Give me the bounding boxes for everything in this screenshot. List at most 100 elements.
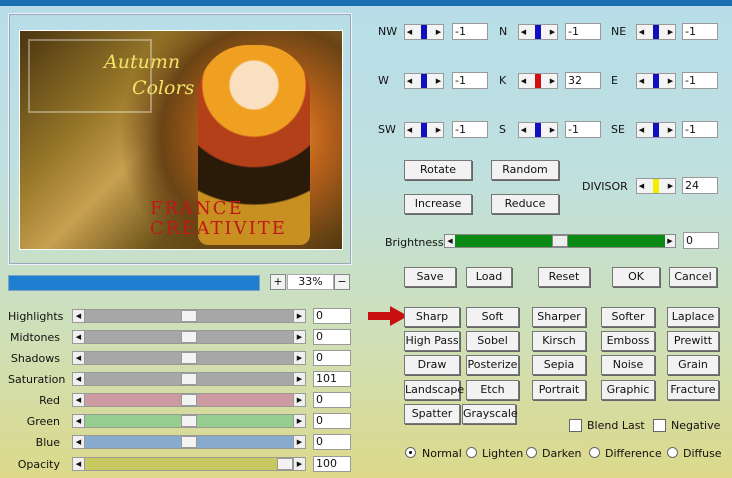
- preset-noise-button[interactable]: Noise: [601, 355, 655, 375]
- blend-last-checkbox[interactable]: [569, 419, 582, 432]
- difference-radio[interactable]: [589, 447, 600, 458]
- darken-radio[interactable]: [526, 447, 537, 458]
- zoom-out-button[interactable]: −: [334, 274, 350, 290]
- direction-value-ne[interactable]: -1: [682, 23, 718, 40]
- preset-prewitt-button[interactable]: Prewitt: [667, 331, 719, 351]
- direction-value-n[interactable]: -1: [565, 23, 601, 40]
- slider-red[interactable]: ◀ ▶: [72, 393, 306, 407]
- preset-sharp-button[interactable]: Sharp: [404, 307, 460, 327]
- slider-midtones[interactable]: ◀ ▶: [72, 330, 306, 344]
- slider-thumb[interactable]: [181, 373, 197, 385]
- preset-grain-button[interactable]: Grain: [667, 355, 719, 375]
- slider-right-icon: ▶: [665, 235, 675, 247]
- direction-spinner-k[interactable]: ◀ ▶: [518, 73, 558, 89]
- divisor-spinner[interactable]: ◀ ▶: [636, 178, 676, 194]
- reset-button[interactable]: Reset: [538, 267, 590, 287]
- preset-sharper-button[interactable]: Sharper: [532, 307, 586, 327]
- preset-sepia-button[interactable]: Sepia: [532, 355, 586, 375]
- preset-soft-button[interactable]: Soft: [466, 307, 519, 327]
- direction-spinner-w[interactable]: ◀ ▶: [404, 73, 444, 89]
- preset-laplace-button[interactable]: Laplace: [667, 307, 719, 327]
- direction-spinner-s[interactable]: ◀ ▶: [518, 122, 558, 138]
- slider-right-icon: ▶: [293, 415, 305, 427]
- direction-spinner-ne[interactable]: ◀ ▶: [636, 24, 676, 40]
- increase-icon: ▶: [667, 77, 674, 85]
- slider-thumb[interactable]: [181, 394, 197, 406]
- preset-kirsch-button[interactable]: Kirsch: [532, 331, 586, 351]
- preset-posterize-button[interactable]: Posterize: [466, 355, 519, 375]
- rotate-button[interactable]: Rotate: [404, 160, 472, 180]
- preset-sobel-button[interactable]: Sobel: [466, 331, 519, 351]
- slider-value-opacity[interactable]: 100: [313, 456, 351, 472]
- preset-portrait-button[interactable]: Portrait: [532, 380, 586, 400]
- slider-value-highlights[interactable]: 0: [313, 308, 351, 324]
- direction-spinner-sw[interactable]: ◀ ▶: [404, 122, 444, 138]
- preset-softer-button[interactable]: Softer: [601, 307, 655, 327]
- slider-value-midtones[interactable]: 0: [313, 329, 351, 345]
- preset-landscape-button[interactable]: Landscape: [404, 380, 464, 400]
- slider-saturation[interactable]: ◀ ▶: [72, 372, 306, 386]
- preset-etch-button[interactable]: Etch: [466, 380, 519, 400]
- increase-icon: ▶: [549, 126, 556, 134]
- direction-indicator: [535, 25, 541, 39]
- slider-green[interactable]: ◀ ▶: [72, 414, 306, 428]
- slider-blue[interactable]: ◀ ▶: [72, 435, 306, 449]
- preset-graphic-button[interactable]: Graphic: [601, 380, 655, 400]
- slider-thumb[interactable]: [181, 436, 197, 448]
- direction-value-k[interactable]: 32: [565, 72, 601, 89]
- cancel-button[interactable]: Cancel: [669, 267, 717, 287]
- ok-button[interactable]: OK: [612, 267, 660, 287]
- direction-value-sw[interactable]: -1: [452, 121, 488, 138]
- preset-high-pass-button[interactable]: High Pass: [404, 331, 460, 351]
- decrease-icon: ◀: [406, 77, 413, 85]
- slider-value-blue[interactable]: 0: [313, 434, 351, 450]
- preset-grayscale-button[interactable]: Grayscale: [462, 404, 518, 424]
- brightness-thumb[interactable]: [552, 235, 568, 247]
- preset-draw-button[interactable]: Draw: [404, 355, 460, 375]
- lighten-radio[interactable]: [466, 447, 477, 458]
- load-button[interactable]: Load: [466, 267, 512, 287]
- increase-icon: ▶: [549, 28, 556, 36]
- increase-button[interactable]: Increase: [404, 194, 472, 214]
- preset-fracture-button[interactable]: Fracture: [667, 380, 719, 400]
- direction-spinner-nw[interactable]: ◀ ▶: [404, 24, 444, 40]
- slider-opacity[interactable]: ◀ ▶: [72, 457, 306, 471]
- preset-emboss-button[interactable]: Emboss: [601, 331, 655, 351]
- slider-thumb[interactable]: [181, 310, 197, 322]
- direction-value-se[interactable]: -1: [682, 121, 718, 138]
- negative-checkbox[interactable]: [653, 419, 666, 432]
- random-button[interactable]: Random: [491, 160, 559, 180]
- reduce-button[interactable]: Reduce: [491, 194, 559, 214]
- zoom-in-button[interactable]: +: [270, 274, 286, 290]
- slider-thumb[interactable]: [181, 331, 197, 343]
- slider-thumb[interactable]: [181, 352, 197, 364]
- slider-value-red[interactable]: 0: [313, 392, 351, 408]
- direction-spinner-e[interactable]: ◀ ▶: [636, 73, 676, 89]
- direction-value-e[interactable]: -1: [682, 72, 718, 89]
- slider-thumb[interactable]: [181, 415, 197, 427]
- divisor-value[interactable]: 24: [682, 177, 718, 194]
- save-button[interactable]: Save: [404, 267, 456, 287]
- negative-label: Negative: [671, 419, 721, 432]
- direction-value-s[interactable]: -1: [565, 121, 601, 138]
- normal-radio[interactable]: [405, 447, 416, 458]
- increase-icon: ▶: [435, 126, 442, 134]
- direction-spinner-se[interactable]: ◀ ▶: [636, 122, 676, 138]
- brightness-slider[interactable]: ◀ ▶: [444, 234, 676, 248]
- diffuse-radio[interactable]: [667, 447, 678, 458]
- slider-value-green[interactable]: 0: [313, 413, 351, 429]
- slider-highlights[interactable]: ◀ ▶: [72, 309, 306, 323]
- direction-spinner-n[interactable]: ◀ ▶: [518, 24, 558, 40]
- slider-label-red: Red: [39, 394, 60, 407]
- direction-value-w[interactable]: -1: [452, 72, 488, 89]
- slider-value-shadows[interactable]: 0: [313, 350, 351, 366]
- decrease-icon: ◀: [406, 126, 413, 134]
- decrease-icon: ◀: [520, 126, 527, 134]
- slider-right-icon: ▶: [293, 373, 305, 385]
- slider-value-saturation[interactable]: 101: [313, 371, 351, 387]
- slider-shadows[interactable]: ◀ ▶: [72, 351, 306, 365]
- slider-thumb[interactable]: [277, 458, 293, 470]
- preset-spatter-button[interactable]: Spatter: [404, 404, 460, 424]
- brightness-value[interactable]: 0: [683, 232, 719, 249]
- direction-value-nw[interactable]: -1: [452, 23, 488, 40]
